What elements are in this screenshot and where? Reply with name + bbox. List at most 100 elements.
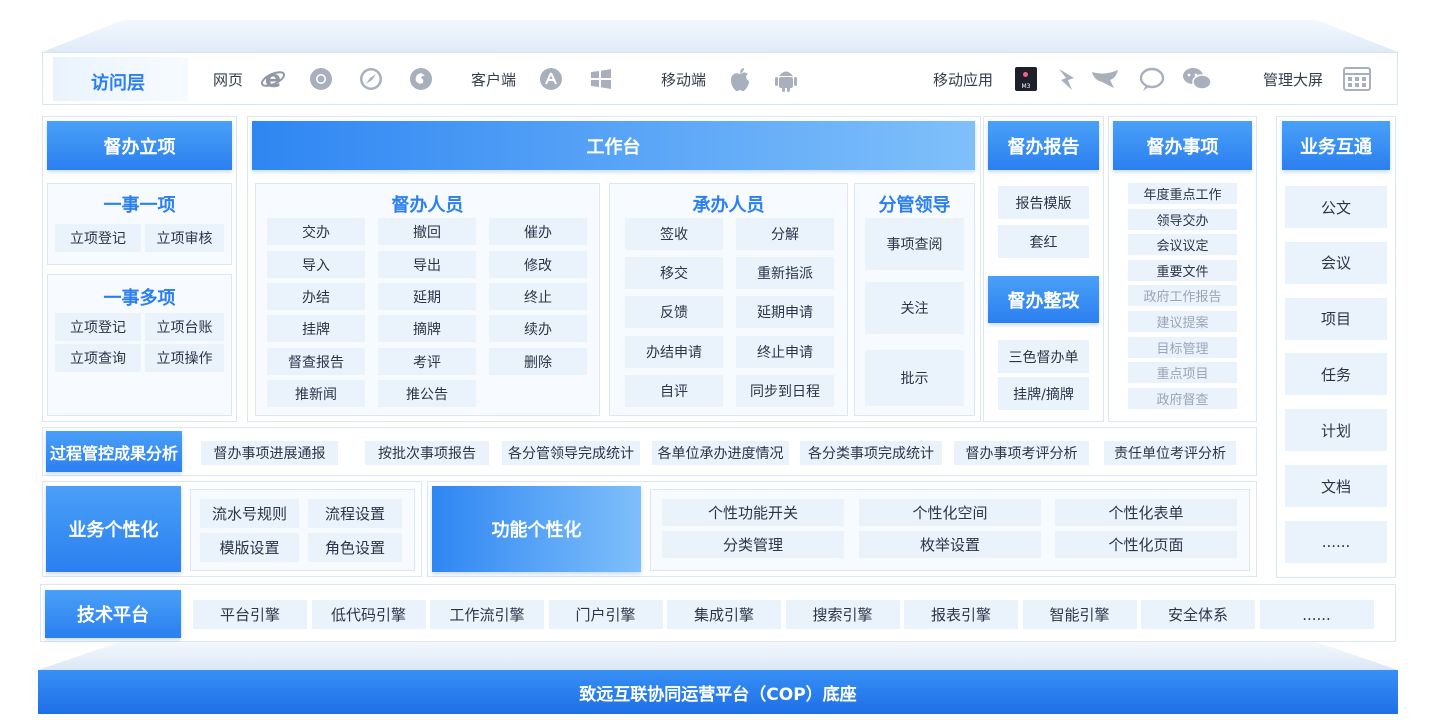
supervisor-action[interactable]: 挂牌 (267, 315, 365, 342)
analysis-item[interactable]: 督办事项考评分析 (954, 441, 1089, 465)
tech-engine[interactable]: 安全体系 (1141, 600, 1255, 629)
supervisor-action[interactable]: 推公告 (378, 380, 476, 407)
role-setting-button[interactable]: 角色设置 (308, 533, 402, 562)
matter-item[interactable]: 重要文件 (1128, 259, 1237, 281)
three-color-sheet-button[interactable]: 三色督办单 (998, 340, 1089, 373)
supervisor-action[interactable]: 交办 (267, 218, 365, 245)
dashboard-grid-icon[interactable] (1342, 66, 1372, 92)
undertaker-action[interactable]: 签收 (625, 218, 723, 250)
enum-setting-button[interactable]: 枚举设置 (859, 531, 1041, 558)
matter-item[interactable]: 目标管理 (1128, 336, 1237, 358)
interop-item[interactable]: 会议 (1285, 241, 1387, 284)
supervisor-action[interactable]: 导出 (378, 251, 476, 278)
tech-engine[interactable]: 智能引擎 (1022, 600, 1137, 629)
matter-item[interactable]: 领导交办 (1128, 208, 1237, 230)
safari-icon[interactable] (357, 65, 385, 93)
analysis-item[interactable]: 各单位承办进度情况 (652, 441, 789, 465)
interop-item[interactable]: 任务 (1285, 353, 1387, 396)
undertaker-action[interactable]: 办结申请 (625, 336, 723, 368)
multi-operation-button[interactable]: 立项操作 (145, 344, 224, 372)
ie-icon[interactable]: e (259, 65, 287, 93)
app-store-icon[interactable] (537, 65, 565, 93)
undertaker-action[interactable]: 同步到日程 (736, 375, 834, 407)
tech-engine[interactable]: 报表引擎 (904, 600, 1018, 629)
m3-app-icon[interactable]: M3 (1015, 67, 1037, 91)
leader-item[interactable]: 关注 (865, 282, 964, 334)
interop-item[interactable]: 项目 (1285, 297, 1387, 340)
analysis-item[interactable]: 各分类事项完成统计 (800, 441, 942, 465)
matter-item[interactable]: 政府工作报告 (1128, 285, 1237, 307)
undertaker-action[interactable]: 终止申请 (736, 336, 834, 368)
undertaker-action[interactable]: 重新指派 (736, 257, 834, 289)
supervisor-action[interactable]: 摘牌 (378, 315, 476, 342)
undertaker-action[interactable]: 移交 (625, 257, 723, 289)
supervisor-action[interactable]: 督查报告 (267, 348, 365, 375)
feishu-icon[interactable] (1053, 65, 1081, 93)
custom-page-button[interactable]: 个性化页面 (1055, 531, 1237, 558)
supervisor-action[interactable]: 终止 (489, 283, 587, 310)
apple-icon[interactable] (726, 65, 754, 93)
multi-register-button[interactable]: 立项登记 (55, 313, 141, 341)
supervisor-action[interactable]: 延期 (378, 283, 476, 310)
analysis-title: 过程管控成果分析 (46, 431, 182, 472)
analysis-item[interactable]: 各分管领导完成统计 (502, 441, 640, 465)
custom-space-button[interactable]: 个性化空间 (859, 499, 1041, 526)
analysis-item[interactable]: 按批次事项报告 (365, 441, 489, 465)
matter-item[interactable]: 会议议定 (1128, 234, 1237, 256)
supervisor-action[interactable]: 续办 (489, 315, 587, 342)
chrome-icon[interactable] (307, 65, 335, 93)
matter-item[interactable]: 政府督查 (1128, 387, 1237, 409)
supervisor-action[interactable]: 撤回 (378, 218, 476, 245)
serial-rule-button[interactable]: 流水号规则 (200, 499, 299, 528)
report-template-button[interactable]: 报告模版 (998, 186, 1089, 219)
chat-bubble-icon[interactable] (1137, 65, 1167, 93)
tech-engine[interactable]: 低代码引擎 (311, 600, 426, 629)
tech-engine[interactable]: 工作流引擎 (430, 600, 544, 629)
wechat-icon[interactable] (1181, 65, 1213, 93)
supervisor-action[interactable]: 推新闻 (267, 380, 365, 407)
tech-engine[interactable]: ...... (1259, 600, 1374, 629)
supervisor-action[interactable]: 修改 (489, 251, 587, 278)
feature-switch-button[interactable]: 个性功能开关 (662, 499, 844, 526)
undertaker-action[interactable]: 分解 (736, 218, 834, 250)
supervisor-action[interactable]: 办结 (267, 283, 365, 310)
tech-engine[interactable]: 集成引擎 (667, 600, 781, 629)
multi-ledger-button[interactable]: 立项台账 (145, 313, 224, 341)
tech-engine[interactable]: 门户引擎 (548, 600, 663, 629)
windows-icon[interactable] (587, 65, 615, 93)
supervisor-action[interactable]: 考评 (378, 348, 476, 375)
tech-engine[interactable]: 平台引擎 (193, 600, 307, 629)
interop-item[interactable]: 公文 (1285, 186, 1387, 228)
leader-item[interactable]: 事项查阅 (865, 218, 964, 270)
android-icon[interactable] (771, 65, 801, 93)
interop-item[interactable]: 文档 (1285, 465, 1387, 507)
matter-item[interactable]: 年度重点工作 (1128, 183, 1237, 204)
multi-query-button[interactable]: 立项查询 (55, 344, 141, 372)
undertaker-action[interactable]: 自评 (625, 375, 723, 407)
interop-item[interactable]: 计划 (1285, 409, 1387, 452)
template-setting-button[interactable]: 模版设置 (200, 533, 299, 562)
tech-engine[interactable]: 搜索引擎 (785, 600, 900, 629)
analysis-item[interactable]: 责任单位考评分析 (1104, 441, 1236, 465)
listing-delisting-button[interactable]: 挂牌/摘牌 (998, 377, 1089, 410)
matter-item[interactable]: 重点项目 (1128, 362, 1237, 384)
firefox-icon[interactable] (407, 65, 435, 93)
leader-item[interactable]: 批示 (865, 350, 964, 406)
biz-custom-title: 业务个性化 (46, 486, 181, 572)
single-review-button[interactable]: 立项审核 (145, 224, 224, 252)
analysis-item[interactable]: 督办事项进展通报 (201, 441, 338, 465)
supervisor-action[interactable]: 删除 (489, 348, 587, 375)
big-screen-label: 管理大屏 (1263, 71, 1324, 89)
workflow-setting-button[interactable]: 流程设置 (308, 499, 402, 528)
undertaker-action[interactable]: 反馈 (625, 296, 723, 328)
supervisor-action[interactable]: 导入 (267, 251, 365, 278)
category-manage-button[interactable]: 分类管理 (662, 531, 844, 558)
dingtalk-icon[interactable] (1089, 65, 1123, 93)
custom-form-button[interactable]: 个性化表单 (1055, 499, 1237, 526)
matter-item[interactable]: 建议提案 (1128, 311, 1237, 332)
undertaker-action[interactable]: 延期申请 (736, 296, 834, 328)
single-register-button[interactable]: 立项登记 (55, 224, 141, 252)
report-red-header-button[interactable]: 套红 (998, 225, 1089, 258)
supervisor-action[interactable]: 催办 (489, 218, 587, 245)
interop-item[interactable]: ...... (1285, 520, 1387, 563)
